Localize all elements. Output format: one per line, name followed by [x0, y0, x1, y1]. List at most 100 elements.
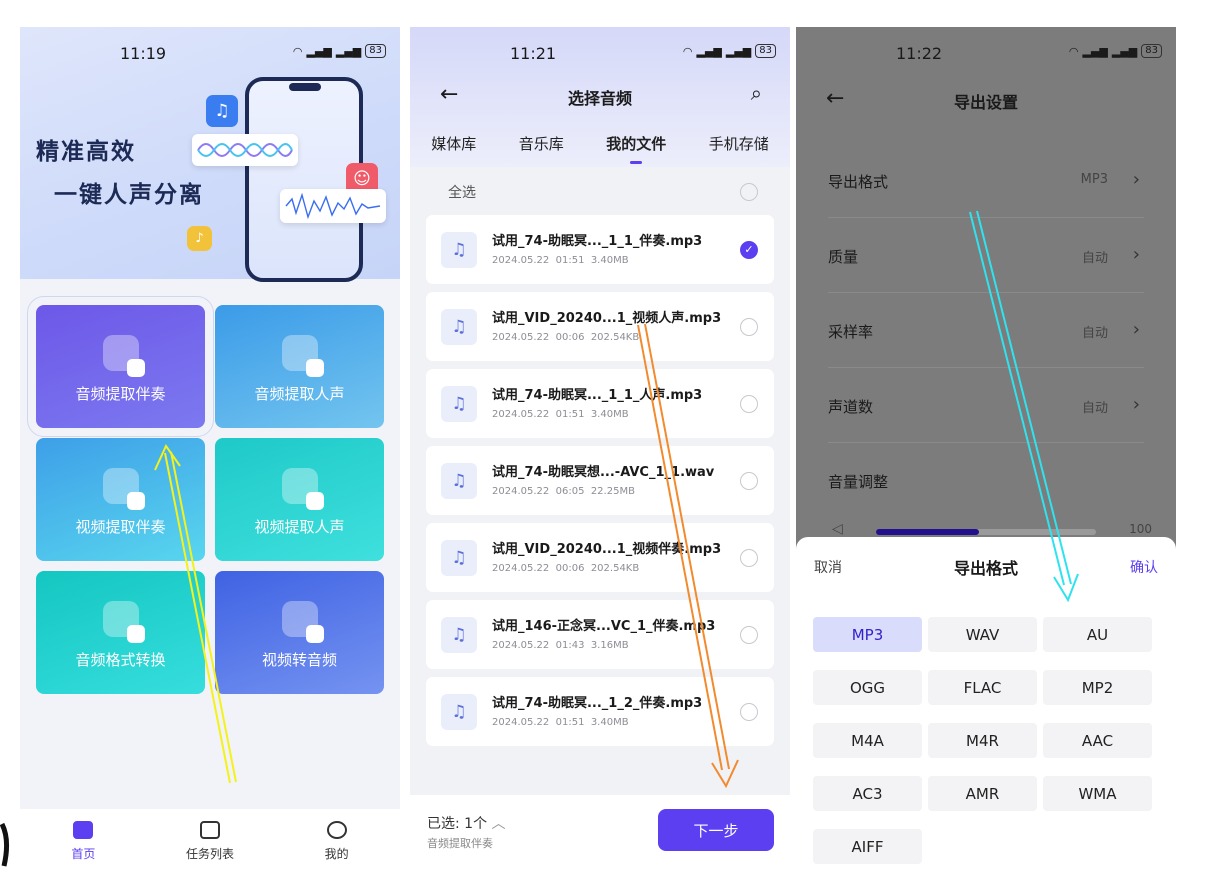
format-option-aac[interactable]: AAC [1043, 723, 1152, 758]
note-icon: ♪ [187, 226, 212, 251]
file-checkbox[interactable] [740, 703, 758, 721]
waveform-card-2 [280, 189, 386, 223]
format-option-ac3[interactable]: AC3 [813, 776, 922, 811]
stage: 11:19 ◠ ▂▄▆ ▂▄▆ 83 精准高效 一键人声分离 ♫ ☺ ♪ 音频提… [0, 0, 1205, 890]
setting-quality[interactable]: 质量 自动 › [828, 218, 1144, 293]
list-item[interactable]: ♫ 试用_VID_20240...1_视频伴奏.mp3 2024.05.22 00:… [426, 523, 774, 592]
setting-export-format[interactable]: 导出格式 MP3 › [828, 143, 1144, 218]
tile-label: 音频格式转换 [75, 651, 166, 669]
audio-file-icon: ♫ [441, 617, 477, 653]
file-name: 试用_VID_20240...1_视频伴奏.mp3 [492, 542, 722, 557]
setting-sample-rate[interactable]: 采样率 自动 › [828, 293, 1144, 368]
audio-file-icon: ♫ [441, 309, 477, 345]
file-name: 试用_VID_20240...1_视频人声.mp3 [492, 311, 722, 326]
tab-media-library[interactable]: 媒体库 [431, 133, 476, 154]
format-option-mp2[interactable]: MP2 [1043, 670, 1152, 705]
file-checkbox[interactable] [740, 549, 758, 567]
tile-video-vocal[interactable]: 视频提取人声 [215, 438, 384, 561]
format-option-m4a[interactable]: M4A [813, 723, 922, 758]
tile-audio-convert[interactable]: 音频格式转换 [36, 571, 205, 694]
signal-icon: ▂▄▆ [1082, 44, 1108, 58]
file-list: ♫ 试用_74-助眠冥..._1_1_伴奏.mp3 2024.05.22 01:51… [426, 215, 774, 754]
format-option-au[interactable]: AU [1043, 617, 1152, 652]
signal-icon-2: ▂▄▆ [1111, 44, 1138, 58]
format-option-wav[interactable]: WAV [928, 617, 1037, 652]
format-option-wma[interactable]: WMA [1043, 776, 1152, 811]
status-bar: 11:19 ◠ ▂▄▆ ▂▄▆ 83 [20, 27, 400, 79]
feature-grid: 音频提取伴奏 音频提取人声 视频提取伴奏 视频提取人声 音频格式转换 视频转音频 [27, 296, 384, 694]
format-grid: MP3 WAV AU OGG FLAC MP2 M4A M4R AAC AC3 AMR WMA AIFF [813, 617, 1157, 864]
tab-tasks[interactable]: 任务列表 [147, 809, 274, 873]
tab-phone-storage[interactable]: 手机存储 [709, 133, 769, 154]
file-checkbox[interactable] [740, 318, 758, 336]
list-item[interactable]: ♫ 试用_74-助眠冥想...-AVC_1_1.wav 2024.05.22 06:… [426, 446, 774, 515]
tab-mine[interactable]: 我的 [273, 809, 400, 873]
tile-label: 视频提取人声 [254, 518, 345, 536]
status-bar: 11:22 ◠ ▂▄▆ ▂▄▆ 83 [796, 27, 1176, 79]
tile-audio-vocal[interactable]: 音频提取人声 [215, 305, 384, 428]
tile-label: 音频提取人声 [254, 385, 345, 403]
video-to-audio-icon [281, 601, 324, 643]
status-bar: 11:21 ◠ ▂▄▆ ▂▄▆ 83 [410, 27, 790, 79]
format-option-mp3[interactable]: MP3 [813, 617, 922, 652]
tab-label: 任务列表 [186, 846, 235, 861]
volume-track[interactable] [876, 529, 1096, 535]
tab-music-library[interactable]: 音乐库 [519, 133, 564, 154]
battery-icon: 83 [755, 44, 776, 58]
wifi-icon: ◠ [682, 44, 693, 58]
confirm-button[interactable]: 确认 [1130, 557, 1158, 577]
format-option-flac[interactable]: FLAC [928, 670, 1037, 705]
audio-file-icon: ♫ [441, 540, 477, 576]
tab-my-files[interactable]: 我的文件 [606, 133, 666, 164]
audio-file-icon: ♫ [441, 386, 477, 422]
setting-channels[interactable]: 声道数 自动 › [828, 368, 1144, 443]
chevron-right-icon: › [1132, 169, 1140, 190]
audio-file-icon: ♫ [441, 232, 477, 268]
file-name: 试用_74-助眠冥..._1_1_伴奏.mp3 [492, 234, 703, 249]
battery-icon: 83 [1141, 44, 1162, 58]
audio-extract-icon [102, 335, 145, 377]
list-item[interactable]: ♫ 试用_74-助眠冥..._1_2_伴奏.mp3 2024.05.22 01:51… [426, 677, 774, 746]
waveform-icon [197, 143, 293, 157]
smile-icon [326, 820, 347, 839]
tile-audio-accompaniment[interactable]: 音频提取伴奏 [27, 296, 214, 437]
format-option-aiff[interactable]: AIFF [813, 829, 922, 864]
file-meta: 2024.05.22 00:06 202.54KB [492, 332, 640, 343]
signal-icon: ▂▄▆ [696, 44, 722, 58]
chevron-right-icon: › [1132, 319, 1140, 340]
format-picker-sheet: 取消 导出格式 确认 MP3 WAV AU OGG FLAC MP2 M4A M4R AAC AC… [796, 537, 1176, 873]
file-meta: 2024.05.22 01:51 3.40MB [492, 717, 629, 728]
speaker-icon: ◁ [832, 521, 843, 537]
tab-home[interactable]: 首页 [20, 809, 147, 873]
next-button[interactable]: 下一步 [658, 809, 774, 851]
video-extract-icon [102, 468, 145, 510]
wifi-icon: ◠ [292, 44, 303, 58]
format-option-amr[interactable]: AMR [928, 776, 1037, 811]
file-checkbox-checked[interactable]: ✓ [740, 241, 758, 259]
status-icons: ◠ ▂▄▆ ▂▄▆ 83 [1069, 44, 1162, 58]
file-meta: 2024.05.22 06:05 22.25MB [492, 486, 635, 497]
list-item[interactable]: ♫ 试用_146-正念冥...VC_1_伴奏.mp3 2024.05.22 01:4… [426, 600, 774, 669]
tile-video-to-audio[interactable]: 视频转音频 [215, 571, 384, 694]
file-checkbox[interactable] [740, 472, 758, 490]
home-screen: 11:19 ◠ ▂▄▆ ▂▄▆ 83 精准高效 一键人声分离 ♫ ☺ ♪ 音频提… [20, 27, 400, 873]
search-icon[interactable]: ⌕ [751, 81, 762, 105]
page-title: 选择音频 [567, 89, 632, 108]
format-option-ogg[interactable]: OGG [813, 670, 922, 705]
list-item[interactable]: ♫ 试用_VID_20240...1_视频人声.mp3 2024.05.22 00:… [426, 292, 774, 361]
banner-slogan-1: 精准高效 [36, 139, 136, 165]
list-item[interactable]: ♫ 试用_74-助眠冥..._1_1_伴奏.mp3 2024.05.22 01:51… [426, 215, 774, 284]
file-checkbox[interactable] [740, 395, 758, 413]
file-checkbox[interactable] [740, 626, 758, 644]
format-option-m4r[interactable]: M4R [928, 723, 1037, 758]
home-icon [73, 820, 94, 839]
signal-icon-2: ▂▄▆ [725, 44, 752, 58]
tile-label: 视频提取伴奏 [75, 518, 166, 536]
tile-video-accompaniment[interactable]: 视频提取伴奏 [36, 438, 205, 561]
file-meta: 2024.05.22 01:51 3.40MB [492, 409, 629, 420]
list-item[interactable]: ♫ 试用_74-助眠冥..._1_1_人声.mp3 2024.05.22 01:51… [426, 369, 774, 438]
select-all-radio[interactable] [740, 183, 758, 201]
selected-count[interactable]: 已选: 1个 ︿ [427, 813, 506, 833]
export-settings-screen: 11:22 ◠ ▂▄▆ ▂▄▆ 83 ← 导出设置 导出格式 MP3 › 质量 自动 ›… [796, 27, 1176, 873]
audio-vocal-icon [281, 335, 324, 377]
